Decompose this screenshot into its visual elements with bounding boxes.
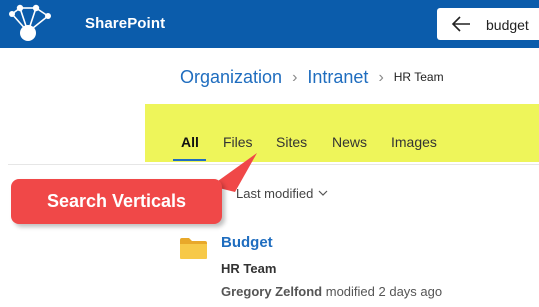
callout-annotation: Search Verticals bbox=[11, 179, 222, 224]
breadcrumb-item-organization[interactable]: Organization bbox=[180, 67, 282, 87]
result-title-link[interactable]: Budget bbox=[221, 234, 273, 251]
chevron-down-icon[interactable] bbox=[318, 189, 328, 197]
sharepoint-network-logo-icon[interactable] bbox=[4, 2, 56, 46]
result-author: Gregory Zelfond bbox=[221, 284, 323, 299]
search-input[interactable]: budget bbox=[486, 17, 529, 33]
breadcrumb: Organization › Intranet › HR Team bbox=[180, 67, 444, 91]
result-modified: modified 2 days ago bbox=[325, 284, 443, 299]
suite-header: SharePoint budget bbox=[0, 0, 539, 48]
result-site: HR Team bbox=[221, 261, 277, 276]
search-box[interactable]: budget bbox=[437, 8, 539, 40]
tab-images[interactable]: Images bbox=[391, 134, 437, 150]
arrow-left-icon[interactable] bbox=[451, 15, 471, 33]
folder-icon bbox=[180, 238, 207, 259]
breadcrumb-separator: › bbox=[378, 69, 384, 86]
breadcrumb-current: HR Team bbox=[393, 70, 444, 84]
app-title[interactable]: SharePoint bbox=[85, 15, 165, 32]
breadcrumb-separator: › bbox=[292, 69, 298, 86]
breadcrumb-item-intranet[interactable]: Intranet bbox=[307, 67, 368, 87]
callout-text: Search Verticals bbox=[46, 191, 187, 211]
result-meta: Gregory Zelfond modified 2 days ago bbox=[221, 284, 442, 299]
tab-news[interactable]: News bbox=[332, 134, 367, 150]
